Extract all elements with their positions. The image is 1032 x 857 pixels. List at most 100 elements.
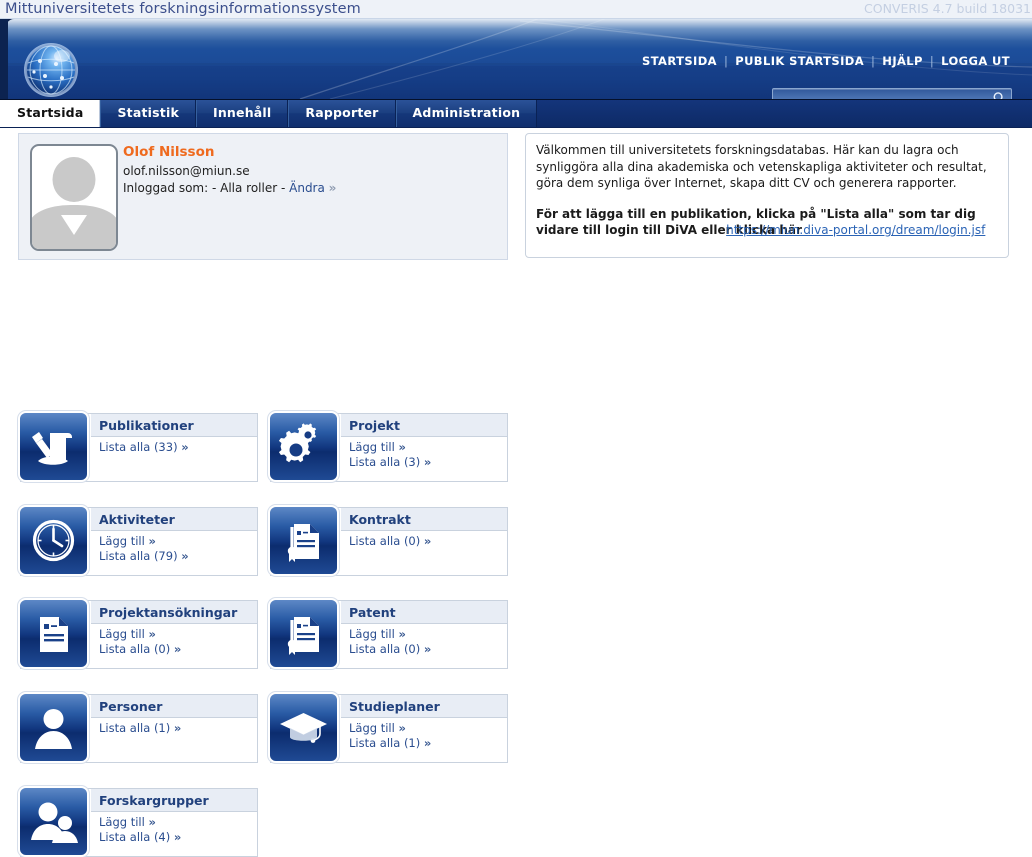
link-lista-alla[interactable]: Lista alla (1) » bbox=[99, 721, 181, 736]
link-lista-alla[interactable]: Lista alla (3) » bbox=[349, 455, 431, 470]
avatar-collar-shape bbox=[61, 215, 87, 235]
tile-title: Projektansökningar bbox=[91, 601, 257, 624]
chevron-right-icon: » bbox=[181, 440, 188, 454]
patent-icon bbox=[270, 600, 337, 667]
chevron-right-icon: » bbox=[148, 815, 155, 829]
diva-login-link[interactable]: https://miun.diva-portal.org/dream/login… bbox=[726, 223, 985, 237]
chevron-right-icon: » bbox=[329, 181, 337, 195]
search-icon[interactable] bbox=[992, 91, 1007, 100]
chevron-right-icon: » bbox=[424, 455, 431, 469]
document-icon bbox=[20, 600, 87, 667]
search-box[interactable] bbox=[772, 88, 1012, 100]
profile-name: Olof Nilsson bbox=[123, 144, 336, 160]
nav-link-logga-ut[interactable]: LOGGA UT bbox=[941, 54, 1010, 68]
tile-title: Kontrakt bbox=[341, 508, 507, 531]
chevron-right-icon: » bbox=[424, 736, 431, 750]
tab-startsida[interactable]: Startsida bbox=[0, 100, 100, 127]
nav-separator-3: | bbox=[930, 54, 934, 68]
tile-forskargrupper[interactable]: Forskargrupper Lägg till » Lista alla (4… bbox=[20, 788, 258, 857]
main-content: Olof Nilsson olof.nilsson@miun.se Inlogg… bbox=[0, 128, 1032, 748]
link-lagg-till[interactable]: Lägg till » bbox=[349, 627, 431, 642]
link-label: Lista alla (3) bbox=[349, 455, 420, 469]
tile-studieplaner[interactable]: Studieplaner Lägg till » Lista alla (1) … bbox=[270, 694, 508, 763]
top-utility-strip: Mittuniversitetets forskningsinformation… bbox=[0, 0, 1032, 19]
link-lagg-till[interactable]: Lägg till » bbox=[99, 627, 181, 642]
link-lagg-till[interactable]: Lägg till » bbox=[349, 721, 431, 736]
tile-title: Forskargrupper bbox=[91, 789, 257, 812]
avatar-head-shape bbox=[53, 157, 96, 202]
chevron-right-icon: » bbox=[424, 534, 431, 548]
profile-role-prefix: Inloggad som: - Alla roller - bbox=[123, 181, 289, 195]
nav-link-hjalp[interactable]: HJÄLP bbox=[882, 54, 923, 68]
chevron-right-icon: » bbox=[174, 642, 181, 656]
link-label: Lista alla (0) bbox=[349, 642, 420, 656]
tile-personer[interactable]: Personer Lista alla (1) » bbox=[20, 694, 258, 763]
link-label: Lista alla (4) bbox=[99, 830, 170, 844]
link-label: Lista alla (79) bbox=[99, 549, 178, 563]
link-lista-alla[interactable]: Lista alla (0) » bbox=[349, 642, 431, 657]
tile-patent[interactable]: Patent Lägg till » Lista alla (0) » bbox=[270, 600, 508, 669]
tile-projekt[interactable]: Projekt Lägg till » Lista alla (3) » bbox=[270, 413, 508, 482]
link-label: Lista alla (33) bbox=[99, 440, 178, 454]
link-lista-alla[interactable]: Lista alla (1) » bbox=[349, 736, 431, 751]
group-icon bbox=[20, 788, 87, 855]
tab-rapporter[interactable]: Rapporter bbox=[288, 100, 395, 127]
person-icon bbox=[20, 694, 87, 761]
main-tab-bar: Startsida Statistik Innehåll Rapporter A… bbox=[0, 100, 1032, 128]
link-label: Lista alla (0) bbox=[349, 534, 420, 548]
link-lista-alla[interactable]: Lista alla (79) » bbox=[99, 549, 189, 564]
tile-title: Projekt bbox=[341, 414, 507, 437]
chevron-right-icon: » bbox=[148, 627, 155, 641]
tile-links: Lista alla (1) » bbox=[99, 721, 181, 736]
graduation-cap-icon bbox=[270, 694, 337, 761]
link-lista-alla[interactable]: Lista alla (33) » bbox=[99, 440, 189, 455]
tab-innehall[interactable]: Innehåll bbox=[196, 100, 288, 127]
tile-links: Lägg till » Lista alla (1) » bbox=[349, 721, 431, 751]
chevron-right-icon: » bbox=[174, 830, 181, 844]
link-label: Lista alla (1) bbox=[349, 736, 420, 750]
tile-aktiviteter[interactable]: Aktiviteter Lägg till » Lista alla (79) … bbox=[20, 507, 258, 576]
tab-list: Startsida Statistik Innehåll Rapporter A… bbox=[0, 100, 537, 127]
banner-left-edge bbox=[0, 19, 8, 99]
tile-links: Lägg till » Lista alla (0) » bbox=[99, 627, 181, 657]
chevron-right-icon: » bbox=[398, 721, 405, 735]
tile-kontrakt[interactable]: Kontrakt Lista alla (0) » bbox=[270, 507, 508, 576]
nav-separator-1: | bbox=[724, 54, 728, 68]
link-lagg-till[interactable]: Lägg till » bbox=[349, 440, 431, 455]
tile-links: Lägg till » Lista alla (3) » bbox=[349, 440, 431, 470]
tab-statistik[interactable]: Statistik bbox=[100, 100, 196, 127]
tile-links: Lägg till » Lista alla (0) » bbox=[349, 627, 431, 657]
link-lista-alla[interactable]: Lista alla (0) » bbox=[349, 534, 431, 549]
chevron-right-icon: » bbox=[181, 549, 188, 563]
tab-administration[interactable]: Administration bbox=[396, 100, 538, 127]
tile-links: Lägg till » Lista alla (4) » bbox=[99, 815, 181, 845]
link-lagg-till[interactable]: Lägg till » bbox=[99, 815, 181, 830]
clock-icon bbox=[20, 507, 87, 574]
version-label: CONVERIS 4.7 build 18031 bbox=[864, 0, 1031, 18]
link-label: Lägg till bbox=[349, 721, 395, 735]
welcome-panel: Välkommen till universitetets forsknings… bbox=[525, 133, 1009, 258]
change-role-link[interactable]: Ändra bbox=[289, 181, 325, 195]
link-lagg-till[interactable]: Lägg till » bbox=[99, 534, 189, 549]
tile-publikationer[interactable]: Publikationer Lista alla (33) » bbox=[20, 413, 258, 482]
app-title: Mittuniversitetets forskningsinformation… bbox=[5, 0, 361, 18]
tile-projektansokningar[interactable]: Projektansökningar Lägg till » Lista all… bbox=[20, 600, 258, 669]
link-label: Lista alla (1) bbox=[99, 721, 170, 735]
link-label: Lägg till bbox=[349, 440, 395, 454]
search-input[interactable] bbox=[777, 89, 987, 100]
publication-icon bbox=[20, 413, 87, 480]
link-label: Lägg till bbox=[99, 627, 145, 641]
banner-nav: STARTSIDA | PUBLIK STARTSIDA | HJÄLP | LOGGA U… bbox=[642, 54, 1010, 68]
profile-email: olof.nilsson@miun.se bbox=[123, 163, 336, 180]
profile-role-line: Inloggad som: - Alla roller - Ändra » bbox=[123, 180, 336, 197]
link-lista-alla[interactable]: Lista alla (4) » bbox=[99, 830, 181, 845]
chevron-right-icon: » bbox=[148, 534, 155, 548]
link-lista-alla[interactable]: Lista alla (0) » bbox=[99, 642, 181, 657]
avatar bbox=[30, 144, 118, 251]
nav-link-publik-startsida[interactable]: PUBLIK STARTSIDA bbox=[735, 54, 864, 68]
nav-separator-2: | bbox=[871, 54, 875, 68]
tile-title: Patent bbox=[341, 601, 507, 624]
nav-link-startsida[interactable]: STARTSIDA bbox=[642, 54, 717, 68]
link-label: Lista alla (0) bbox=[99, 642, 170, 656]
chevron-right-icon: » bbox=[398, 440, 405, 454]
